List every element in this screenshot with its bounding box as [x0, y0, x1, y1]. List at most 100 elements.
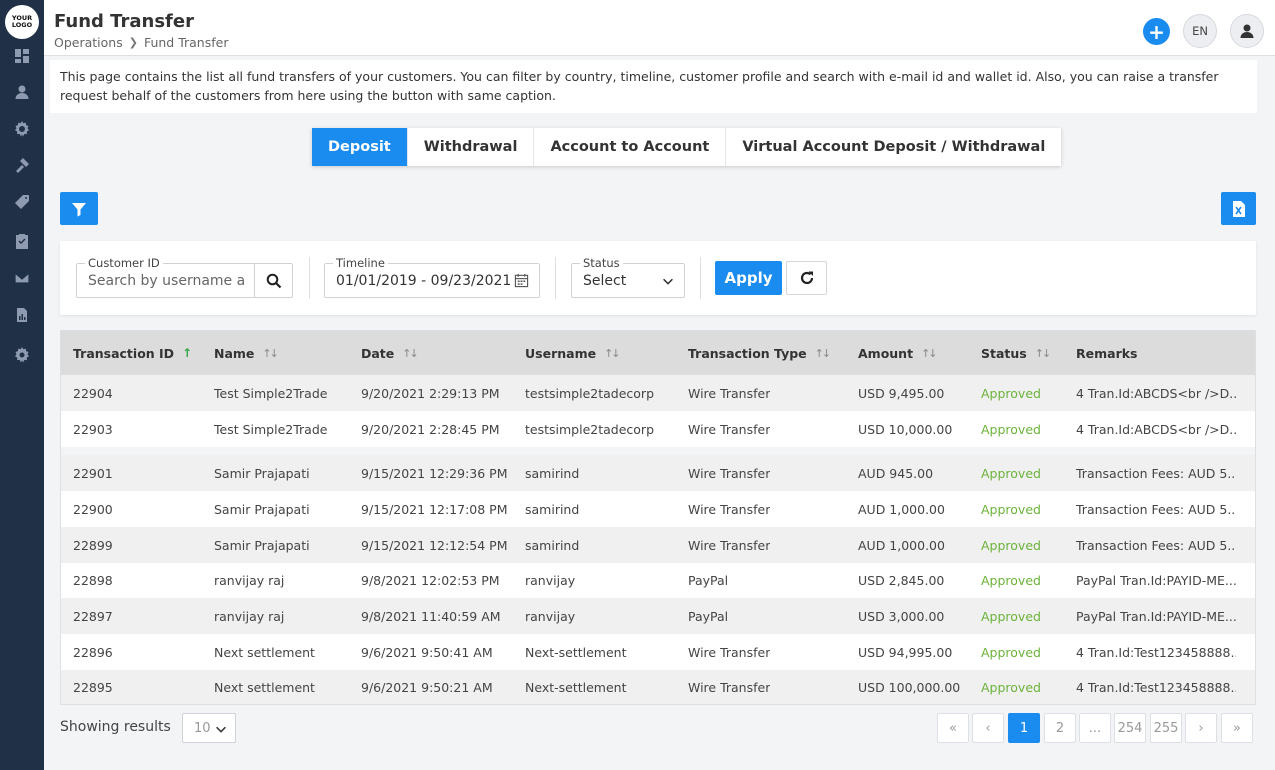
- add-transfer-button[interactable]: +: [1143, 18, 1170, 45]
- cell-transaction-type: Wire Transfer: [688, 644, 771, 660]
- cell-date: 9/15/2021 12:29:36 PM: [361, 465, 508, 481]
- cell-name: Samir Prajapati: [214, 465, 310, 481]
- sort-icon: ↑↓: [402, 346, 419, 360]
- column-label: Date: [361, 345, 395, 361]
- cell-date: 9/15/2021 12:17:08 PM: [361, 501, 508, 517]
- mail-icon[interactable]: [13, 269, 31, 287]
- filter-toggle-button[interactable]: [60, 192, 98, 225]
- user-icon[interactable]: [13, 83, 31, 101]
- page-ellipsis: ...: [1079, 713, 1111, 743]
- column-label: Amount: [858, 345, 914, 361]
- table-row[interactable]: 22897 ranvijay raj 9/8/2021 11:40:59 AM ran…: [61, 598, 1255, 634]
- table-row[interactable]: 22895 Next settlement 9/6/2021 9:50:21 AM N…: [61, 670, 1255, 704]
- clipboard-check-icon[interactable]: [13, 232, 31, 250]
- cell-status: Approved: [981, 465, 1041, 481]
- cell-transaction-id: 22898: [73, 573, 113, 588]
- divider: [555, 257, 556, 299]
- cell-amount: AUD 945.00: [858, 465, 934, 481]
- cell-transaction-type: Wire Transfer: [688, 421, 771, 437]
- transfer-type-tabs: Deposit Withdrawal Account to Account Vi…: [312, 128, 1062, 166]
- column-header-transaction-id[interactable]: Transaction ID ↑: [73, 331, 192, 375]
- page-button[interactable]: 1: [1008, 713, 1040, 743]
- cell-status: Approved: [981, 537, 1041, 553]
- cell-amount: USD 100,000.00: [858, 679, 961, 695]
- sort-asc-icon: ↑: [182, 346, 193, 360]
- status-select[interactable]: Status Select: [571, 256, 685, 298]
- user-menu-button[interactable]: [1230, 14, 1264, 48]
- page-button[interactable]: 255: [1150, 713, 1182, 743]
- tab-deposit[interactable]: Deposit: [312, 128, 408, 166]
- cell-transaction-id: 22904: [73, 385, 113, 401]
- logo[interactable]: YOUR LOGO: [5, 5, 39, 39]
- first-page-button[interactable]: «: [937, 713, 969, 743]
- dashboard-icon[interactable]: [13, 47, 31, 65]
- customer-id-field: Customer ID Search by username and: [76, 256, 293, 298]
- tab-account-to-account[interactable]: Account to Account: [534, 128, 727, 166]
- last-page-button[interactable]: »: [1221, 713, 1253, 743]
- excel-icon: [1232, 200, 1245, 217]
- breadcrumb-item-current: Fund Transfer: [143, 35, 229, 50]
- column-header-transaction-type[interactable]: Transaction Type ↑↓: [688, 331, 832, 375]
- refresh-icon: [800, 271, 813, 285]
- row-gap: [61, 447, 1255, 455]
- column-header-date[interactable]: Date ↑↓: [361, 331, 419, 375]
- filter-icon: [72, 202, 86, 216]
- cell-transaction-id: 22895: [73, 679, 113, 695]
- cell-transaction-id: 22897: [73, 608, 113, 624]
- report-icon[interactable]: [13, 306, 31, 324]
- column-header-status[interactable]: Status ↑↓: [981, 331, 1051, 375]
- table-row[interactable]: 22900 Samir Prajapati 9/15/2021 12:17:08 P…: [61, 491, 1255, 527]
- chevron-left-icon: ‹: [985, 720, 991, 736]
- cell-amount: USD 10,000.00: [858, 421, 953, 437]
- timeline-value: 01/01/2019 - 09/23/2021: [336, 273, 512, 289]
- table-row[interactable]: 22904 Test Simple2Trade 9/20/2021 2:29:13 …: [61, 375, 1255, 411]
- cell-username: samirind: [525, 537, 580, 553]
- cell-username: samirind: [525, 501, 580, 517]
- cell-remarks: PayPal Tran.Id:PAYID-ME...: [1076, 573, 1236, 588]
- cell-amount: USD 9,495.00: [858, 385, 945, 401]
- sort-icon: ↑↓: [814, 346, 832, 360]
- search-button[interactable]: [254, 264, 292, 297]
- apply-button[interactable]: Apply: [715, 261, 782, 295]
- chevron-right-icon: ›: [1198, 720, 1204, 736]
- customer-id-input[interactable]: Search by username and: [88, 273, 244, 289]
- language-button[interactable]: EN: [1183, 14, 1217, 48]
- cell-amount: USD 2,845.00: [858, 573, 945, 588]
- next-page-button[interactable]: ›: [1185, 713, 1217, 743]
- cell-username: Next-settlement: [525, 644, 627, 660]
- page-size-select[interactable]: 10: [182, 713, 236, 743]
- cell-status: Approved: [981, 573, 1041, 588]
- export-excel-button[interactable]: [1221, 192, 1256, 225]
- cog-icon[interactable]: [13, 346, 31, 364]
- cell-transaction-type: Wire Transfer: [688, 537, 771, 553]
- table-row[interactable]: 22898 ranvijay raj 9/8/2021 12:02:53 PM ran…: [61, 563, 1255, 598]
- table-row[interactable]: 22903 Test Simple2Trade 9/20/2021 2:28:45 …: [61, 411, 1255, 447]
- tools-icon[interactable]: [13, 156, 31, 174]
- column-header-username[interactable]: Username ↑↓: [525, 331, 621, 375]
- prev-page-button[interactable]: ‹: [972, 713, 1004, 743]
- cell-name: Samir Prajapati: [214, 501, 310, 517]
- tab-virtual-account[interactable]: Virtual Account Deposit / Withdrawal: [726, 128, 1061, 166]
- chevron-down-icon: [663, 278, 673, 285]
- table-row[interactable]: 22896 Next settlement 9/6/2021 9:50:41 AM N…: [61, 634, 1255, 670]
- cell-username: ranvijay: [525, 573, 576, 588]
- tab-withdrawal[interactable]: Withdrawal: [408, 128, 535, 166]
- cell-username: testsimple2tadecorp: [525, 421, 654, 437]
- breadcrumb-item-operations[interactable]: Operations: [54, 35, 123, 50]
- table-row[interactable]: 22901 Samir Prajapati 9/15/2021 12:29:36 P…: [61, 455, 1255, 491]
- cell-name: Test Simple2Trade: [214, 385, 328, 401]
- timeline-field[interactable]: Timeline 01/01/2019 - 09/23/2021: [324, 256, 540, 298]
- cell-username: Next-settlement: [525, 679, 627, 695]
- table-row[interactable]: 22899 Samir Prajapati 9/15/2021 12:12:54 P…: [61, 527, 1255, 563]
- cell-status: Approved: [981, 679, 1041, 695]
- page-size-value: 10: [194, 720, 211, 736]
- page-button[interactable]: 2: [1044, 713, 1076, 743]
- cell-transaction-id: 22901: [73, 465, 113, 481]
- tag-icon[interactable]: [13, 193, 31, 211]
- column-header-amount[interactable]: Amount ↑↓: [858, 331, 938, 375]
- cell-transaction-id: 22899: [73, 537, 113, 553]
- column-header-name[interactable]: Name ↑↓: [214, 331, 279, 375]
- reset-button[interactable]: [786, 261, 827, 295]
- settings-gear-icon[interactable]: [13, 120, 31, 138]
- page-button[interactable]: 254: [1114, 713, 1146, 743]
